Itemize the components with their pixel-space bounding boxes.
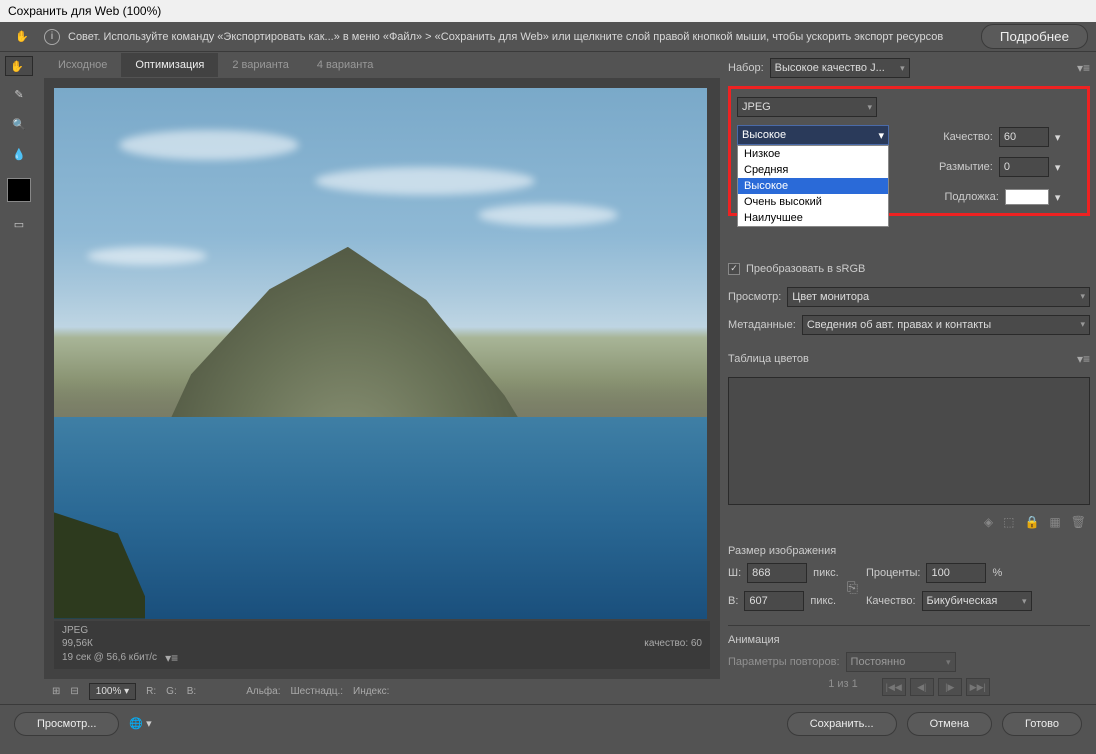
- metadata-label: Метаданные:: [728, 319, 796, 331]
- tip-banner: ✋ i Совет. Используйте команду «Экспорти…: [0, 22, 1096, 52]
- preview-mode-label: Просмотр:: [728, 291, 781, 303]
- option-medium[interactable]: Средняя: [738, 162, 888, 178]
- eyedropper-tool[interactable]: 💧: [5, 142, 33, 166]
- format-select[interactable]: JPEG▾: [737, 97, 877, 117]
- window-title: Сохранить для Web (100%): [8, 4, 161, 18]
- settings-panel: Набор: Высокое качество J...▾ ▾≡ JPEG▾ В…: [726, 52, 1096, 704]
- hand-icon: ✋: [8, 25, 36, 49]
- resample-label: Качество:: [866, 595, 916, 607]
- center-panel: Исходное Оптимизация 2 варианта 4 вариан…: [38, 52, 726, 704]
- last-frame-icon: ▶▶|: [966, 678, 990, 696]
- info-icon: i: [44, 29, 60, 45]
- index-readout: Индекс:: [353, 686, 389, 697]
- b-readout: B:: [187, 686, 196, 697]
- tab-optimized[interactable]: Оптимизация: [121, 53, 218, 77]
- r-readout: R:: [146, 686, 156, 697]
- next-frame-icon: |▶: [938, 678, 962, 696]
- tab-2up[interactable]: 2 варианта: [218, 53, 303, 77]
- option-veryhigh[interactable]: Очень высокий: [738, 194, 888, 210]
- browser-icon[interactable]: 🌐 ▾: [129, 717, 151, 730]
- zoom-tool[interactable]: 🔍: [5, 112, 33, 136]
- hand-tool[interactable]: ✋: [5, 56, 33, 76]
- left-toolbar: ✋ ✎ 🔍 💧 ▭: [0, 52, 38, 704]
- slice-visibility-icon[interactable]: ▭: [5, 212, 33, 236]
- dialog-footer: Просмотр... 🌐 ▾ Сохранить... Отмена Гото…: [0, 704, 1096, 742]
- slice-tool[interactable]: ✎: [5, 82, 33, 106]
- highlighted-settings: JPEG▾ Высокое▾ Низкое Средняя Высокое Оч…: [728, 86, 1090, 216]
- anim-title: Анимация: [728, 630, 1090, 650]
- color-table-menu-icon[interactable]: ▾≡: [1077, 352, 1090, 366]
- matte-label: Подложка:: [945, 191, 999, 203]
- color-table-title: Таблица цветов: [728, 349, 809, 369]
- ct-dropper-icon[interactable]: ◈: [984, 515, 993, 529]
- percent-input[interactable]: [926, 563, 986, 583]
- save-button[interactable]: Сохранить...: [787, 712, 897, 736]
- option-high[interactable]: Высокое: [738, 178, 888, 194]
- tip-text: Совет. Используйте команду «Экспортирова…: [68, 31, 973, 43]
- size-title: Размер изображения: [728, 541, 1090, 561]
- srgb-label: Преобразовать в sRGB: [746, 263, 865, 275]
- link-icon[interactable]: ⎘: [847, 579, 858, 596]
- preset-select[interactable]: Высокое качество J...▾: [770, 58, 910, 78]
- color-table: [728, 377, 1090, 505]
- title-bar: Сохранить для Web (100%): [0, 0, 1096, 22]
- preview-footer: JPEG 99,56К качество: 60 19 сек @ 56,6 к…: [54, 621, 710, 669]
- preview-quality: качество: 60: [644, 638, 702, 649]
- grid-icon[interactable]: ⊞: [52, 686, 60, 697]
- preview-area: JPEG 99,56К качество: 60 19 сек @ 56,6 к…: [44, 78, 720, 679]
- width-input[interactable]: [747, 563, 807, 583]
- image-preview[interactable]: [54, 88, 707, 619]
- ct-lock-icon[interactable]: 🔒: [1024, 515, 1039, 529]
- preview-format: JPEG: [62, 625, 88, 636]
- info-bar: ⊞ ⊟ 100% ▾ R: G: B: Альфа: Шестнадц.: Ин…: [44, 679, 720, 705]
- quality-preset-dropdown[interactable]: Высокое▾ Низкое Средняя Высокое Очень вы…: [737, 125, 889, 209]
- percent-label: Проценты:: [866, 567, 921, 579]
- srgb-checkbox[interactable]: ✓: [728, 263, 740, 275]
- hex-readout: Шестнадц.:: [290, 686, 343, 697]
- tab-original[interactable]: Исходное: [44, 53, 121, 77]
- done-button[interactable]: Готово: [1002, 712, 1082, 736]
- first-frame-icon: |◀◀: [882, 678, 906, 696]
- quality-input[interactable]: [999, 127, 1049, 147]
- more-button[interactable]: Подробнее: [981, 24, 1088, 49]
- zoom-select[interactable]: 100% ▾: [89, 683, 136, 700]
- frame-counter: 1 из 1: [828, 678, 858, 696]
- metadata-select[interactable]: Сведения об авт. правах и контакты▾: [802, 315, 1090, 335]
- blur-label: Размытие:: [939, 161, 993, 173]
- preview-mode-select[interactable]: Цвет монитора▾: [787, 287, 1090, 307]
- tab-4up[interactable]: 4 варианта: [303, 53, 388, 77]
- preview-filesize: 99,56К: [62, 638, 93, 649]
- height-input[interactable]: [744, 591, 804, 611]
- preview-time: 19 сек @ 56,6 кбит/c: [62, 652, 157, 663]
- option-maximum[interactable]: Наилучшее: [738, 210, 888, 226]
- prev-frame-icon: ◀|: [910, 678, 934, 696]
- resample-select[interactable]: Бикубическая▾: [922, 591, 1032, 611]
- blur-input[interactable]: [999, 157, 1049, 177]
- panel-menu-icon[interactable]: ▾≡: [1077, 61, 1090, 75]
- quality-preset-list: Низкое Средняя Высокое Очень высокий Наи…: [737, 145, 889, 227]
- preview-menu-icon[interactable]: ▾≡: [165, 651, 178, 665]
- g-readout: G:: [166, 686, 177, 697]
- matte-swatch[interactable]: [1005, 189, 1049, 205]
- color-table-toolbar: ◈ ⬚ 🔒 ▦ 🗑: [728, 511, 1090, 533]
- width-label: Ш:: [728, 567, 741, 579]
- ct-trash-icon[interactable]: 🗑: [1071, 515, 1086, 529]
- preset-label: Набор:: [728, 62, 764, 74]
- cancel-button[interactable]: Отмена: [907, 712, 992, 736]
- alpha-readout: Альфа:: [246, 686, 280, 697]
- loop-label: Параметры повторов:: [728, 656, 840, 668]
- height-label: В:: [728, 595, 738, 607]
- color-swatch[interactable]: [7, 178, 31, 202]
- loop-select: Постоянно▾: [846, 652, 956, 672]
- quality-label: Качество:: [943, 131, 993, 143]
- preview-button[interactable]: Просмотр...: [14, 712, 119, 736]
- view-tabs: Исходное Оптимизация 2 варианта 4 вариан…: [44, 52, 720, 78]
- option-low[interactable]: Низкое: [738, 146, 888, 162]
- grid-icon-2[interactable]: ⊟: [70, 686, 78, 697]
- ct-grid-icon[interactable]: ▦: [1049, 515, 1060, 529]
- ct-cube-icon[interactable]: ⬚: [1003, 515, 1014, 529]
